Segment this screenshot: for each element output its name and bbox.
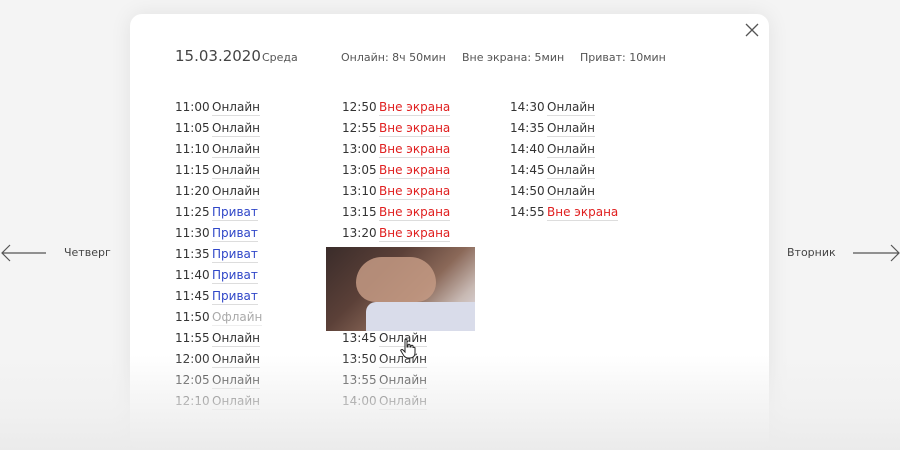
- snapshot-preview: [326, 247, 475, 331]
- slot-time: 13:00: [342, 142, 377, 156]
- slot-status-link[interactable]: Приват: [212, 289, 258, 305]
- slot-time: 11:05: [175, 121, 210, 135]
- slot-time: 13:45: [342, 331, 377, 345]
- slot-status-link[interactable]: Онлайн: [547, 184, 595, 200]
- slot-status-link[interactable]: Онлайн: [212, 100, 260, 116]
- arrow-right-icon: [853, 244, 900, 262]
- slot-time: 11:10: [175, 142, 210, 156]
- slot-status-link[interactable]: Онлайн: [212, 184, 260, 200]
- prev-day-label: Четверг: [64, 246, 111, 259]
- slot-time: 14:35: [510, 121, 545, 135]
- slot-time: 11:35: [175, 247, 210, 261]
- slot-status-link[interactable]: Вне экрана: [379, 100, 451, 116]
- slot-time: 12:55: [342, 121, 377, 135]
- next-day-label: Вторник: [787, 246, 836, 259]
- slot-time: 12:50: [342, 100, 377, 114]
- slot-time: 11:00: [175, 100, 210, 114]
- slot-status-link[interactable]: Вне экрана: [379, 121, 451, 137]
- date-label: 15.03.2020: [175, 47, 261, 65]
- slot-status-link[interactable]: Онлайн: [212, 352, 260, 368]
- arrow-left-icon: [1, 244, 46, 262]
- online-stat: Онлайн: 8ч 50мин: [341, 51, 446, 64]
- slot-status-link[interactable]: Вне экрана: [379, 163, 451, 179]
- slot-time: 14:40: [510, 142, 545, 156]
- preview-figure: [356, 257, 436, 302]
- slot-time: 12:05: [175, 373, 210, 387]
- slot-status-link[interactable]: Онлайн: [547, 121, 595, 137]
- slot-status-link[interactable]: Онлайн: [547, 163, 595, 179]
- slot-status-link[interactable]: Онлайн: [212, 331, 260, 347]
- preview-sheet: [366, 302, 475, 331]
- slot-status-link[interactable]: Онлайн: [379, 373, 427, 389]
- close-icon[interactable]: [743, 21, 761, 39]
- slot-time: 11:30: [175, 226, 210, 240]
- slot-status-link[interactable]: Онлайн: [547, 142, 595, 158]
- away-stat: Вне экрана: 5мин: [462, 51, 565, 64]
- slot-time: 14:30: [510, 100, 545, 114]
- slot-time: 14:45: [510, 163, 545, 177]
- slot-time: 13:05: [342, 163, 377, 177]
- slot-time: 14:55: [510, 205, 545, 219]
- slot-status-link[interactable]: Вне экрана: [379, 205, 451, 221]
- slot-status-link[interactable]: Приват: [212, 247, 258, 263]
- slot-status-link[interactable]: Онлайн: [547, 100, 595, 116]
- slot-status-link[interactable]: Онлайн: [379, 394, 427, 410]
- slot-time: 13:20: [342, 226, 377, 240]
- slot-time: 13:50: [342, 352, 377, 366]
- slot-status-link[interactable]: Онлайн: [212, 163, 260, 179]
- slot-time: 14:50: [510, 184, 545, 198]
- slot-time: 12:00: [175, 352, 210, 366]
- weekday-label: Среда: [262, 51, 298, 64]
- slot-status-link[interactable]: Вне экрана: [379, 142, 451, 158]
- slot-status-link[interactable]: Вне экрана: [379, 226, 451, 242]
- hand-pointer-icon: [400, 338, 416, 359]
- slot-time: 13:15: [342, 205, 377, 219]
- slot-status-link[interactable]: Онлайн: [212, 121, 260, 137]
- slot-time: 11:55: [175, 331, 210, 345]
- schedule-header: 15.03.2020 Среда Онлайн: 8ч 50мин Вне эк…: [175, 47, 735, 67]
- slot-time: 13:55: [342, 373, 377, 387]
- slot-time: 14:00: [342, 394, 377, 408]
- private-stat: Приват: 10мин: [580, 51, 666, 64]
- slot-status-link[interactable]: Приват: [212, 226, 258, 242]
- slot-status-link[interactable]: Вне экрана: [379, 184, 451, 200]
- schedule-modal: 15.03.2020 Среда Онлайн: 8ч 50мин Вне эк…: [130, 14, 769, 450]
- slot-time: 11:50: [175, 310, 210, 324]
- slot-status-link[interactable]: Офлайн: [212, 310, 263, 326]
- slot-status-link[interactable]: Вне экрана: [547, 205, 619, 221]
- slot-time: 11:25: [175, 205, 210, 219]
- slot-status-link[interactable]: Онлайн: [212, 142, 260, 158]
- slot-status-link[interactable]: Приват: [212, 268, 258, 284]
- slot-time: 13:10: [342, 184, 377, 198]
- slot-time: 11:20: [175, 184, 210, 198]
- slot-status-link[interactable]: Онлайн: [212, 373, 260, 389]
- slot-status-link[interactable]: Приват: [212, 205, 258, 221]
- slot-time: 11:45: [175, 289, 210, 303]
- slot-time: 12:10: [175, 394, 210, 408]
- slot-status-link[interactable]: Онлайн: [212, 394, 260, 410]
- slot-time: 11:15: [175, 163, 210, 177]
- slot-time: 11:40: [175, 268, 210, 282]
